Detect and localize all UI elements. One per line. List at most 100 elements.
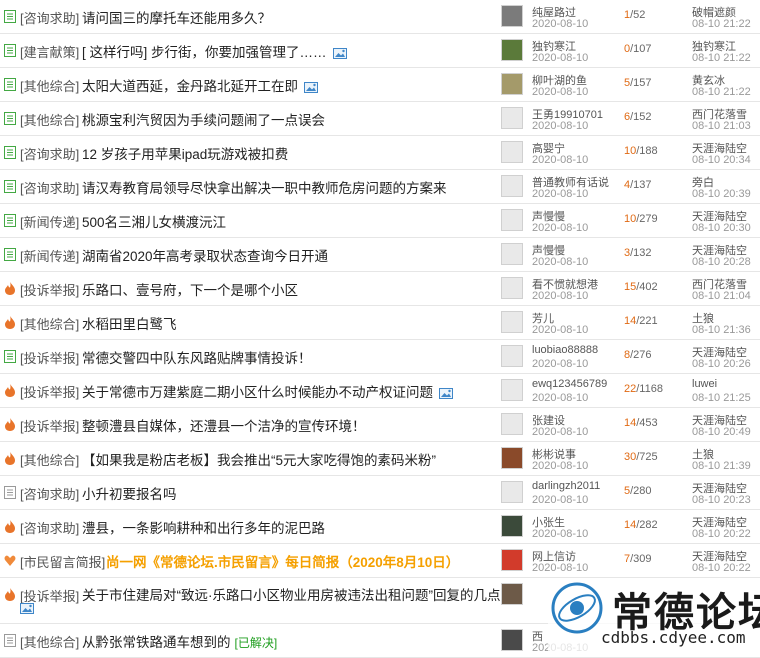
avatar[interactable]	[501, 413, 523, 435]
thread-row[interactable]: [投诉举报] 常德交警四中队东风路贴牌事情投诉！ luobiao88888 2020-…	[0, 340, 760, 374]
thread-row[interactable]: [投诉举报] 整顿澧县自媒体，还澧县一个洁净的宣传环境！ 张建设 2020-08-10…	[0, 408, 760, 442]
thread-title-link[interactable]: 关于常德市万建紫庭二期小区什么时候能办不动产权证问题	[82, 381, 453, 401]
category-link[interactable]: [投诉举报]	[20, 416, 79, 435]
category-link[interactable]: [咨询求助]	[20, 484, 79, 503]
category-link[interactable]: [市民留言简报]	[20, 552, 105, 571]
avatar[interactable]	[501, 447, 523, 469]
avatar[interactable]	[501, 107, 523, 129]
thread-row[interactable]: [建言献策][ 这样行吗] 步行街，你要加强管理了…… 独钓寒江 2020-08-1…	[0, 34, 760, 68]
thread-title-link[interactable]: 从黔张常铁路通车想到的 [已解决]	[82, 631, 277, 651]
thread-title-text[interactable]: 水稻田里白鹭飞	[82, 317, 177, 332]
avatar[interactable]	[501, 141, 523, 163]
avatar[interactable]	[501, 515, 523, 537]
thread-title-link[interactable]: 关于市住建局对“致远·乐路口小区物业用房被违法出租问题”回复的几点…	[82, 584, 514, 604]
avatar[interactable]	[501, 209, 523, 231]
thread-title-link[interactable]: 常德交警四中队东风路贴牌事情投诉！	[82, 347, 312, 367]
avatar[interactable]	[501, 629, 523, 651]
thread-row[interactable]: [市民留言简报] 尚一网《常德论坛.市民留言》每日简报（2020年8月10日） 网上…	[0, 544, 760, 578]
thread-title-text[interactable]: 尚一网《常德论坛.市民留言》每日简报（2020年8月10日）	[106, 555, 459, 570]
thread-title-link[interactable]: 尚一网《常德论坛.市民留言》每日简报（2020年8月10日）	[106, 551, 459, 571]
thread-title-text[interactable]: 太阳大道西延，金丹路北延开工在即	[82, 79, 298, 94]
last-reply-user[interactable]: luwei	[692, 378, 717, 390]
avatar[interactable]	[501, 277, 523, 299]
thread-title-text[interactable]: 澧县，一条影响耕种和出行多年的泥巴路	[82, 521, 325, 536]
thread-title-text[interactable]: 请问国三的摩托车还能用多久？	[82, 11, 271, 26]
thread-title-link[interactable]: 水稻田里白鹭飞	[82, 313, 177, 333]
thread-title-link[interactable]: 12 岁孩子用苹果ipad玩游戏被扣费	[82, 143, 288, 163]
thread-title-link[interactable]: 乐路口、壹号府，下一个是哪个小区	[82, 279, 298, 299]
thread-row[interactable]: [其他综合] 桃源宝利汽贸因为手续问题闹了一点误会 王勇19910701 2020-0…	[0, 102, 760, 136]
hot-topic-icon	[5, 316, 15, 329]
reply-view-count: 4/137	[624, 179, 652, 191]
thread-title-link[interactable]: 请汉寿教育局领导尽快拿出解决一职中教师危房问题的方案来	[82, 177, 447, 197]
category-link[interactable]: [新闻传递]	[20, 212, 79, 231]
thread-title-text[interactable]: 小升初要报名吗	[82, 487, 177, 502]
thread-row[interactable]: [投诉举报] 乐路口、壹号府，下一个是哪个小区 看不惯就想港 2020-08-10 15…	[0, 272, 760, 306]
thread-title-text[interactable]: 关于常德市万建紫庭二期小区什么时候能办不动产权证问题	[82, 385, 433, 400]
category-link[interactable]: [咨询求助]	[20, 8, 79, 27]
avatar[interactable]	[501, 549, 523, 571]
avatar[interactable]	[501, 243, 523, 265]
category-link[interactable]: [其他综合]	[20, 76, 79, 95]
thread-title-link[interactable]: 澧县，一条影响耕种和出行多年的泥巴路	[82, 517, 325, 537]
thread-title-text[interactable]: 桃源宝利汽贸因为手续问题闹了一点误会	[82, 113, 325, 128]
avatar[interactable]	[501, 345, 523, 367]
thread-row[interactable]: [其他综合] 【如果我是粉店老板】我会推出“5元大家吃得饱的素码米粉” 彬彬说事 20…	[0, 442, 760, 476]
category-link[interactable]: [新闻传递]	[20, 246, 79, 265]
category-link[interactable]: [投诉举报]	[20, 382, 79, 401]
thread-title-link[interactable]: [ 这样行吗] 步行街，你要加强管理了……	[82, 41, 347, 61]
avatar[interactable]	[501, 311, 523, 333]
thread-title-text[interactable]: 湖南省2020年高考录取状态查询今日开通	[82, 249, 328, 264]
avatar[interactable]	[501, 175, 523, 197]
avatar[interactable]	[501, 481, 523, 503]
author-link[interactable]: ewq123456789	[532, 378, 607, 390]
thread-row[interactable]: [其他综合] 太阳大道西延，金丹路北延开工在即 柳叶湖的鱼 2020-08-10 5/1…	[0, 68, 760, 102]
thread-title-link[interactable]: 500名三湘儿女横渡沅江	[82, 211, 226, 231]
thread-title-text[interactable]: 从黔张常铁路通车想到的	[82, 635, 231, 650]
avatar[interactable]	[501, 73, 523, 95]
avatar[interactable]	[501, 379, 523, 401]
thread-row[interactable]: [咨询求助] 请汉寿教育局领导尽快拿出解决一职中教师危房问题的方案来 普通教师有话说…	[0, 170, 760, 204]
category-link[interactable]: [咨询求助]	[20, 518, 79, 537]
category-link[interactable]: [咨询求助]	[20, 144, 79, 163]
thread-title-text[interactable]: 请汉寿教育局领导尽快拿出解决一职中教师危房问题的方案来	[82, 181, 447, 196]
thread-row[interactable]: [咨询求助] 澧县，一条影响耕种和出行多年的泥巴路 小张生 2020-08-10 14/…	[0, 510, 760, 544]
thread-title-text[interactable]: 500名三湘儿女横渡沅江	[82, 215, 226, 230]
author-link[interactable]: darlingzh2011	[532, 480, 600, 492]
author-link[interactable]: luobiao88888	[532, 344, 598, 356]
thread-title-text[interactable]: 【如果我是粉店老板】我会推出“5元大家吃得饱的素码米粉”	[82, 453, 436, 468]
avatar[interactable]	[501, 583, 523, 605]
thread-title-link[interactable]: 【如果我是粉店老板】我会推出“5元大家吃得饱的素码米粉”	[82, 449, 436, 469]
category-link[interactable]: [其他综合]	[20, 450, 79, 469]
thread-title-link[interactable]: 太阳大道西延，金丹路北延开工在即	[82, 75, 318, 95]
category-link[interactable]: [咨询求助]	[20, 178, 79, 197]
thread-row[interactable]: [新闻传递] 湖南省2020年高考录取状态查询今日开通 声慢慢 2020-08-10 3…	[0, 238, 760, 272]
thread-row[interactable]: [新闻传递] 500名三湘儿女横渡沅江 声慢慢 2020-08-10 10/279 天涯海…	[0, 204, 760, 238]
thread-title-link[interactable]: 桃源宝利汽贸因为手续问题闹了一点误会	[82, 109, 325, 129]
avatar[interactable]	[501, 39, 523, 61]
thread-title-text[interactable]: [ 这样行吗] 步行街，你要加强管理了……	[82, 45, 327, 60]
thread-row[interactable]: [投诉举报] 关于常德市万建紫庭二期小区什么时候能办不动产权证问题 ewq12345…	[0, 374, 760, 408]
category-link[interactable]: [投诉举报]	[20, 280, 79, 299]
thread-title-link[interactable]: 请问国三的摩托车还能用多久？	[82, 7, 271, 27]
thread-title-text[interactable]: 12 岁孩子用苹果ipad玩游戏被扣费	[82, 147, 288, 162]
avatar[interactable]	[501, 5, 523, 27]
thread-title-text[interactable]: 关于市住建局对“致远·乐路口小区物业用房被违法出租问题”回复的几点…	[82, 588, 514, 603]
thread-row[interactable]: [咨询求助] 请问国三的摩托车还能用多久？ 纯屋路过 2020-08-10 1/52 破帽…	[0, 0, 760, 34]
thread-title-text[interactable]: 常德交警四中队东风路贴牌事情投诉！	[82, 351, 312, 366]
thread-title-link[interactable]: 小升初要报名吗	[82, 483, 177, 503]
category-link[interactable]: [其他综合]	[20, 632, 79, 651]
category-link[interactable]: [投诉举报]	[20, 348, 79, 367]
last-reply-time: 08-10 21:36	[692, 324, 751, 336]
thread-title-text[interactable]: 乐路口、壹号府，下一个是哪个小区	[82, 283, 298, 298]
category-link[interactable]: [其他综合]	[20, 314, 79, 333]
thread-title-link[interactable]: 湖南省2020年高考录取状态查询今日开通	[82, 245, 328, 265]
reply-view-count: 5/280	[624, 485, 652, 497]
thread-title-text[interactable]: 整顿澧县自媒体，还澧县一个洁净的宣传环境！	[82, 419, 366, 434]
thread-row[interactable]: [其他综合] 水稻田里白鹭飞 芳儿 2020-08-10 14/221 土狼 08-10 2…	[0, 306, 760, 340]
category-link[interactable]: [其他综合]	[20, 110, 79, 129]
thread-row[interactable]: [咨询求助] 小升初要报名吗 darlingzh2011 2020-08-10 5/28…	[0, 476, 760, 510]
thread-title-link[interactable]: 整顿澧县自媒体，还澧县一个洁净的宣传环境！	[82, 415, 366, 435]
category-link[interactable]: [建言献策]	[20, 42, 79, 61]
thread-row[interactable]: [咨询求助] 12 岁孩子用苹果ipad玩游戏被扣费 高婴宁 2020-08-10 10…	[0, 136, 760, 170]
